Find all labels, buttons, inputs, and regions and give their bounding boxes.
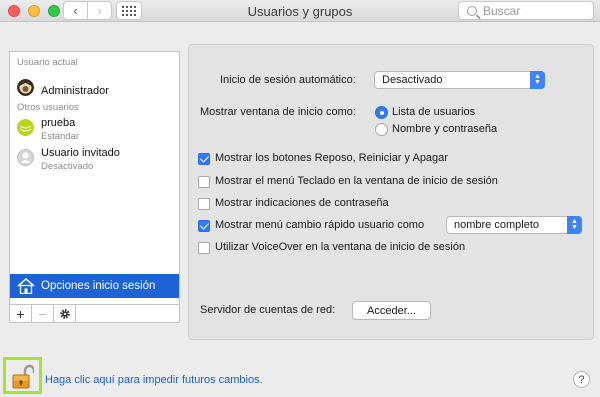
admin-avatar (17, 79, 34, 96)
user-role: Desactivado (41, 161, 94, 172)
user-name: prueba (41, 117, 76, 129)
user-item-guest[interactable]: Usuario invitado Desactivado (10, 146, 179, 176)
checkbox-label: Mostrar los botones Reposo, Reiniciar y … (215, 152, 448, 164)
checkbox-label: Mostrar indicaciones de contraseña (215, 197, 389, 209)
house-icon (17, 278, 35, 294)
help-button[interactable]: ? (573, 371, 590, 388)
checkbox-sleep-restart-shutdown[interactable] (198, 153, 210, 165)
popup-arrows-icon: ▲ ▼ (567, 216, 582, 234)
users-sidebar: Usuario actual Administrador Otros usuar… (9, 51, 180, 323)
remove-user-button[interactable]: − (32, 305, 54, 322)
checkbox-label: Mostrar menú cambio rápido usuario como (215, 219, 425, 231)
action-menu-button[interactable] (54, 305, 76, 322)
other-users-header: Otros usuarios (17, 102, 79, 113)
login-options-label: Opciones inicio sesión (41, 280, 156, 292)
join-button[interactable]: Acceder... (352, 301, 431, 320)
user-item-prueba[interactable]: prueba Estándar (10, 116, 179, 146)
prueba-avatar (17, 119, 34, 136)
checkbox-label: Utilizar VoiceOver en la ventana de inic… (215, 241, 466, 253)
network-server-label: Servidor de cuentas de red: (200, 304, 336, 316)
auto-login-popup[interactable]: Desactivado ▲ ▼ (374, 71, 545, 89)
fast-switch-popup[interactable]: nombre completo ▲ ▼ (446, 216, 582, 234)
unlocked-padlock-icon (12, 364, 34, 389)
checkbox-label: Mostrar el menú Teclado en la ventana de… (215, 175, 498, 187)
lock-button[interactable] (3, 357, 42, 394)
checkbox-voiceover[interactable] (198, 242, 210, 254)
login-options-item[interactable]: Opciones inicio sesión (10, 274, 179, 298)
radio-name-password-label: Nombre y contraseña (392, 123, 498, 135)
user-role: Estándar (41, 131, 80, 142)
current-user-header: Usuario actual (17, 57, 78, 68)
sidebar-toolbar: + − (10, 304, 179, 322)
user-name: Administrador (41, 85, 109, 97)
show-login-window-label: Mostrar ventana de inicio como: (200, 106, 356, 118)
add-user-button[interactable]: + (10, 305, 32, 322)
fast-switch-value: nombre completo (454, 219, 539, 231)
auto-login-value: Desactivado (382, 74, 443, 86)
gear-icon (59, 308, 70, 319)
radio-user-list-label: Lista de usuarios (392, 106, 476, 118)
auto-login-label: Inicio de sesión automático: (220, 74, 356, 86)
popup-arrows-icon: ▲ ▼ (530, 71, 545, 89)
checkbox-password-hints[interactable] (198, 198, 210, 210)
guest-avatar-icon (17, 149, 34, 166)
checkbox-fast-user-switching[interactable] (198, 220, 210, 232)
radio-user-list[interactable] (375, 106, 388, 119)
login-options-panel: Inicio de sesión automático: Desactivado… (188, 44, 594, 340)
search-placeholder: Buscar (483, 3, 521, 18)
search-icon (467, 5, 477, 16)
title-bar: ‹ › Usuarios y grupos Buscar (0, 0, 600, 22)
lock-hint-link[interactable]: Haga clic aquí para impedir futuros camb… (45, 374, 263, 386)
search-field[interactable]: Buscar (458, 1, 594, 20)
checkbox-keyboard-menu[interactable] (198, 176, 210, 188)
radio-name-password[interactable] (375, 123, 388, 136)
user-name: Usuario invitado (41, 147, 120, 159)
